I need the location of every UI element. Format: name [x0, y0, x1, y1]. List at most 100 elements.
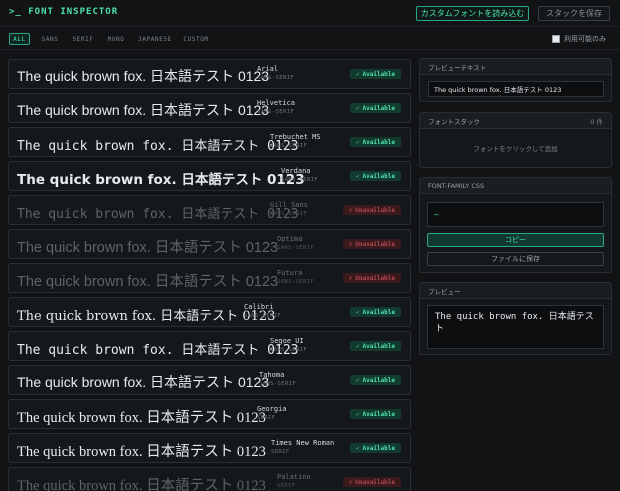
status-badge: ✗ Unavailable: [342, 239, 401, 249]
font-meta: Futura SANS-SERIF: [277, 269, 314, 285]
font-name: Optima: [277, 235, 303, 243]
status-badge: ✓ Available: [349, 69, 401, 79]
font-name: Helvetica: [257, 99, 295, 107]
font-category: SANS-SERIF: [270, 347, 308, 353]
status-badge: ✓ Available: [349, 171, 401, 181]
font-name: Futura: [277, 269, 303, 277]
font-name: Tahoma: [259, 371, 285, 379]
font-row[interactable]: The quick brown fox. 日本語テスト 0123 Verdana…: [8, 161, 411, 191]
font-sample: The quick brown fox. 日本語テスト 0123: [17, 444, 266, 460]
check-icon: ✓: [355, 138, 360, 146]
filter-tab-mono[interactable]: MONO: [105, 33, 127, 45]
font-name: Times New Roman: [271, 439, 335, 447]
font-row[interactable]: The quick brown fox. 日本語テスト 0123 Segoe U…: [8, 331, 411, 361]
available-only-toggle[interactable]: 利用可能のみ: [552, 33, 606, 45]
font-category: SANS-SERIF: [270, 211, 308, 217]
check-icon: ✓: [355, 410, 360, 418]
status-badge: ✗ Unavailable: [342, 205, 401, 215]
status-badge: ✓ Available: [349, 341, 401, 351]
font-stack-panel: フォントスタック 0 件 フォントをクリックして追加: [419, 112, 612, 168]
font-row[interactable]: The quick brown fox. 日本語テスト 0123 Times N…: [8, 433, 411, 463]
font-name: Calibri: [244, 303, 274, 311]
css-panel: FONT-FAMILY CSS — コピー ファイルに保存: [419, 177, 612, 273]
cross-icon: ✗: [348, 274, 353, 282]
filter-tab-sans[interactable]: SANS: [39, 33, 61, 45]
font-sample: The quick brown fox. 日本語テスト 0123: [17, 207, 299, 222]
font-category: SANS-SERIF: [244, 313, 282, 319]
cross-icon: ✗: [348, 240, 353, 248]
font-row[interactable]: The quick brown fox. 日本語テスト 0123 Gill Sa…: [8, 195, 411, 225]
font-row[interactable]: The quick brown fox. 日本語テスト 0123 Futura …: [8, 263, 411, 293]
panel-title: プレビュー: [428, 287, 461, 296]
save-to-file-button[interactable]: ファイルに保存: [427, 252, 604, 266]
check-icon: ✓: [355, 376, 360, 384]
filter-tab-japanese[interactable]: JAPANESE: [138, 33, 172, 45]
font-category: SANS-SERIF: [270, 143, 308, 149]
check-icon: ✓: [355, 70, 360, 78]
status-badge: ✓ Available: [349, 375, 401, 385]
font-meta: Tahoma SANS-SERIF: [259, 371, 296, 387]
font-meta: Helvetica SANS-SERIF: [257, 99, 295, 115]
status-badge: ✓ Available: [349, 307, 401, 317]
font-sample: The quick brown fox. 日本語テスト 0123: [17, 102, 270, 118]
preview-text-panel: プレビューテキスト The quick brown fox. 日本語テスト 01…: [419, 58, 612, 102]
panel-header: プレビュー: [420, 283, 611, 299]
preview-output: The quick brown fox. 日本語テスト: [427, 305, 604, 349]
save-stack-button[interactable]: スタックを保存: [538, 6, 610, 21]
cross-icon: ✗: [348, 478, 353, 486]
panel-header: FONT-FAMILY CSS: [420, 178, 611, 194]
css-output[interactable]: —: [427, 202, 604, 227]
filter-tab-serif[interactable]: SERIF: [72, 33, 94, 45]
font-sample: The quick brown fox. 日本語テスト 0123: [17, 478, 266, 491]
copy-button[interactable]: コピー: [427, 233, 604, 247]
font-category: SERIF: [271, 449, 290, 455]
check-icon: ✓: [355, 342, 360, 350]
load-custom-font-button[interactable]: カスタムフォントを読み込む: [416, 6, 529, 21]
font-meta: Arial SANS-SERIF: [257, 65, 294, 81]
panel-header: プレビューテキスト: [420, 59, 611, 75]
font-sample: The quick brown fox. 日本語テスト 0123: [17, 139, 299, 154]
font-sample: The quick brown fox. 日本語テスト 0123: [17, 68, 270, 84]
top-bar: >_ FONT INSPECTOR カスタムフォントを読み込む スタックを保存: [0, 0, 620, 27]
font-sample: The quick brown fox. 日本語テスト 0123: [17, 309, 276, 324]
available-only-checkbox[interactable]: [552, 35, 560, 43]
font-category: SANS-SERIF: [277, 245, 315, 251]
font-name: Georgia: [257, 405, 287, 413]
check-icon: ✓: [355, 444, 360, 452]
font-row[interactable]: The quick brown fox. 日本語テスト 0123 Trebuch…: [8, 127, 411, 157]
font-meta: Segoe UI SANS-SERIF: [270, 337, 307, 353]
check-icon: ✓: [355, 308, 360, 316]
filter-tab-custom[interactable]: CUSTOM: [182, 33, 210, 45]
font-category: SANS-SERIF: [257, 109, 295, 115]
cross-icon: ✗: [348, 206, 353, 214]
font-row[interactable]: The quick brown fox. 日本語テスト 0123 Arial S…: [8, 59, 411, 89]
check-icon: ✓: [355, 172, 360, 180]
font-sample: The quick brown fox. 日本語テスト 0123: [17, 274, 279, 290]
font-meta: Calibri SANS-SERIF: [244, 303, 281, 319]
font-row[interactable]: The quick brown fox. 日本語テスト 0123 Tahoma …: [8, 365, 411, 395]
filter-tab-all[interactable]: ALL: [9, 33, 30, 45]
status-badge: ✗ Unavailable: [342, 273, 401, 283]
font-category: SERIF: [277, 483, 296, 489]
font-sample: The quick brown fox. 日本語テスト 0123: [17, 172, 305, 188]
filter-bar: ALL SANS SERIF MONO JAPANESE CUSTOM: [0, 28, 620, 50]
status-badge: ✓ Available: [349, 137, 401, 147]
font-row[interactable]: The quick brown fox. 日本語テスト 0123 Optima …: [8, 229, 411, 259]
panel-title: FONT-FAMILY CSS: [428, 181, 485, 190]
preview-panel: プレビュー The quick brown fox. 日本語テスト: [419, 282, 612, 355]
font-row[interactable]: The quick brown fox. 日本語テスト 0123 Palatin…: [8, 467, 411, 491]
font-row[interactable]: The quick brown fox. 日本語テスト 0123 Helveti…: [8, 93, 411, 123]
font-sample: The quick brown fox. 日本語テスト 0123: [17, 343, 299, 358]
status-badge: ✓ Available: [349, 443, 401, 453]
font-meta: Georgia SERIF: [257, 405, 287, 421]
font-meta: Palatino SERIF: [277, 473, 311, 489]
font-sample: The quick brown fox. 日本語テスト 0123: [17, 374, 270, 390]
font-row[interactable]: The quick brown fox. 日本語テスト 0123 Calibri…: [8, 297, 411, 327]
stack-count: 0 件: [590, 117, 603, 126]
preview-text-input[interactable]: The quick brown fox. 日本語テスト 0123: [428, 81, 604, 97]
font-meta: Verdana SANS-SERIF: [281, 167, 318, 183]
font-name: Verdana: [281, 167, 311, 175]
font-row[interactable]: The quick brown fox. 日本語テスト 0123 Georgia…: [8, 399, 411, 429]
panel-title: フォントスタック: [428, 117, 480, 126]
font-meta: Times New Roman SERIF: [271, 439, 334, 455]
